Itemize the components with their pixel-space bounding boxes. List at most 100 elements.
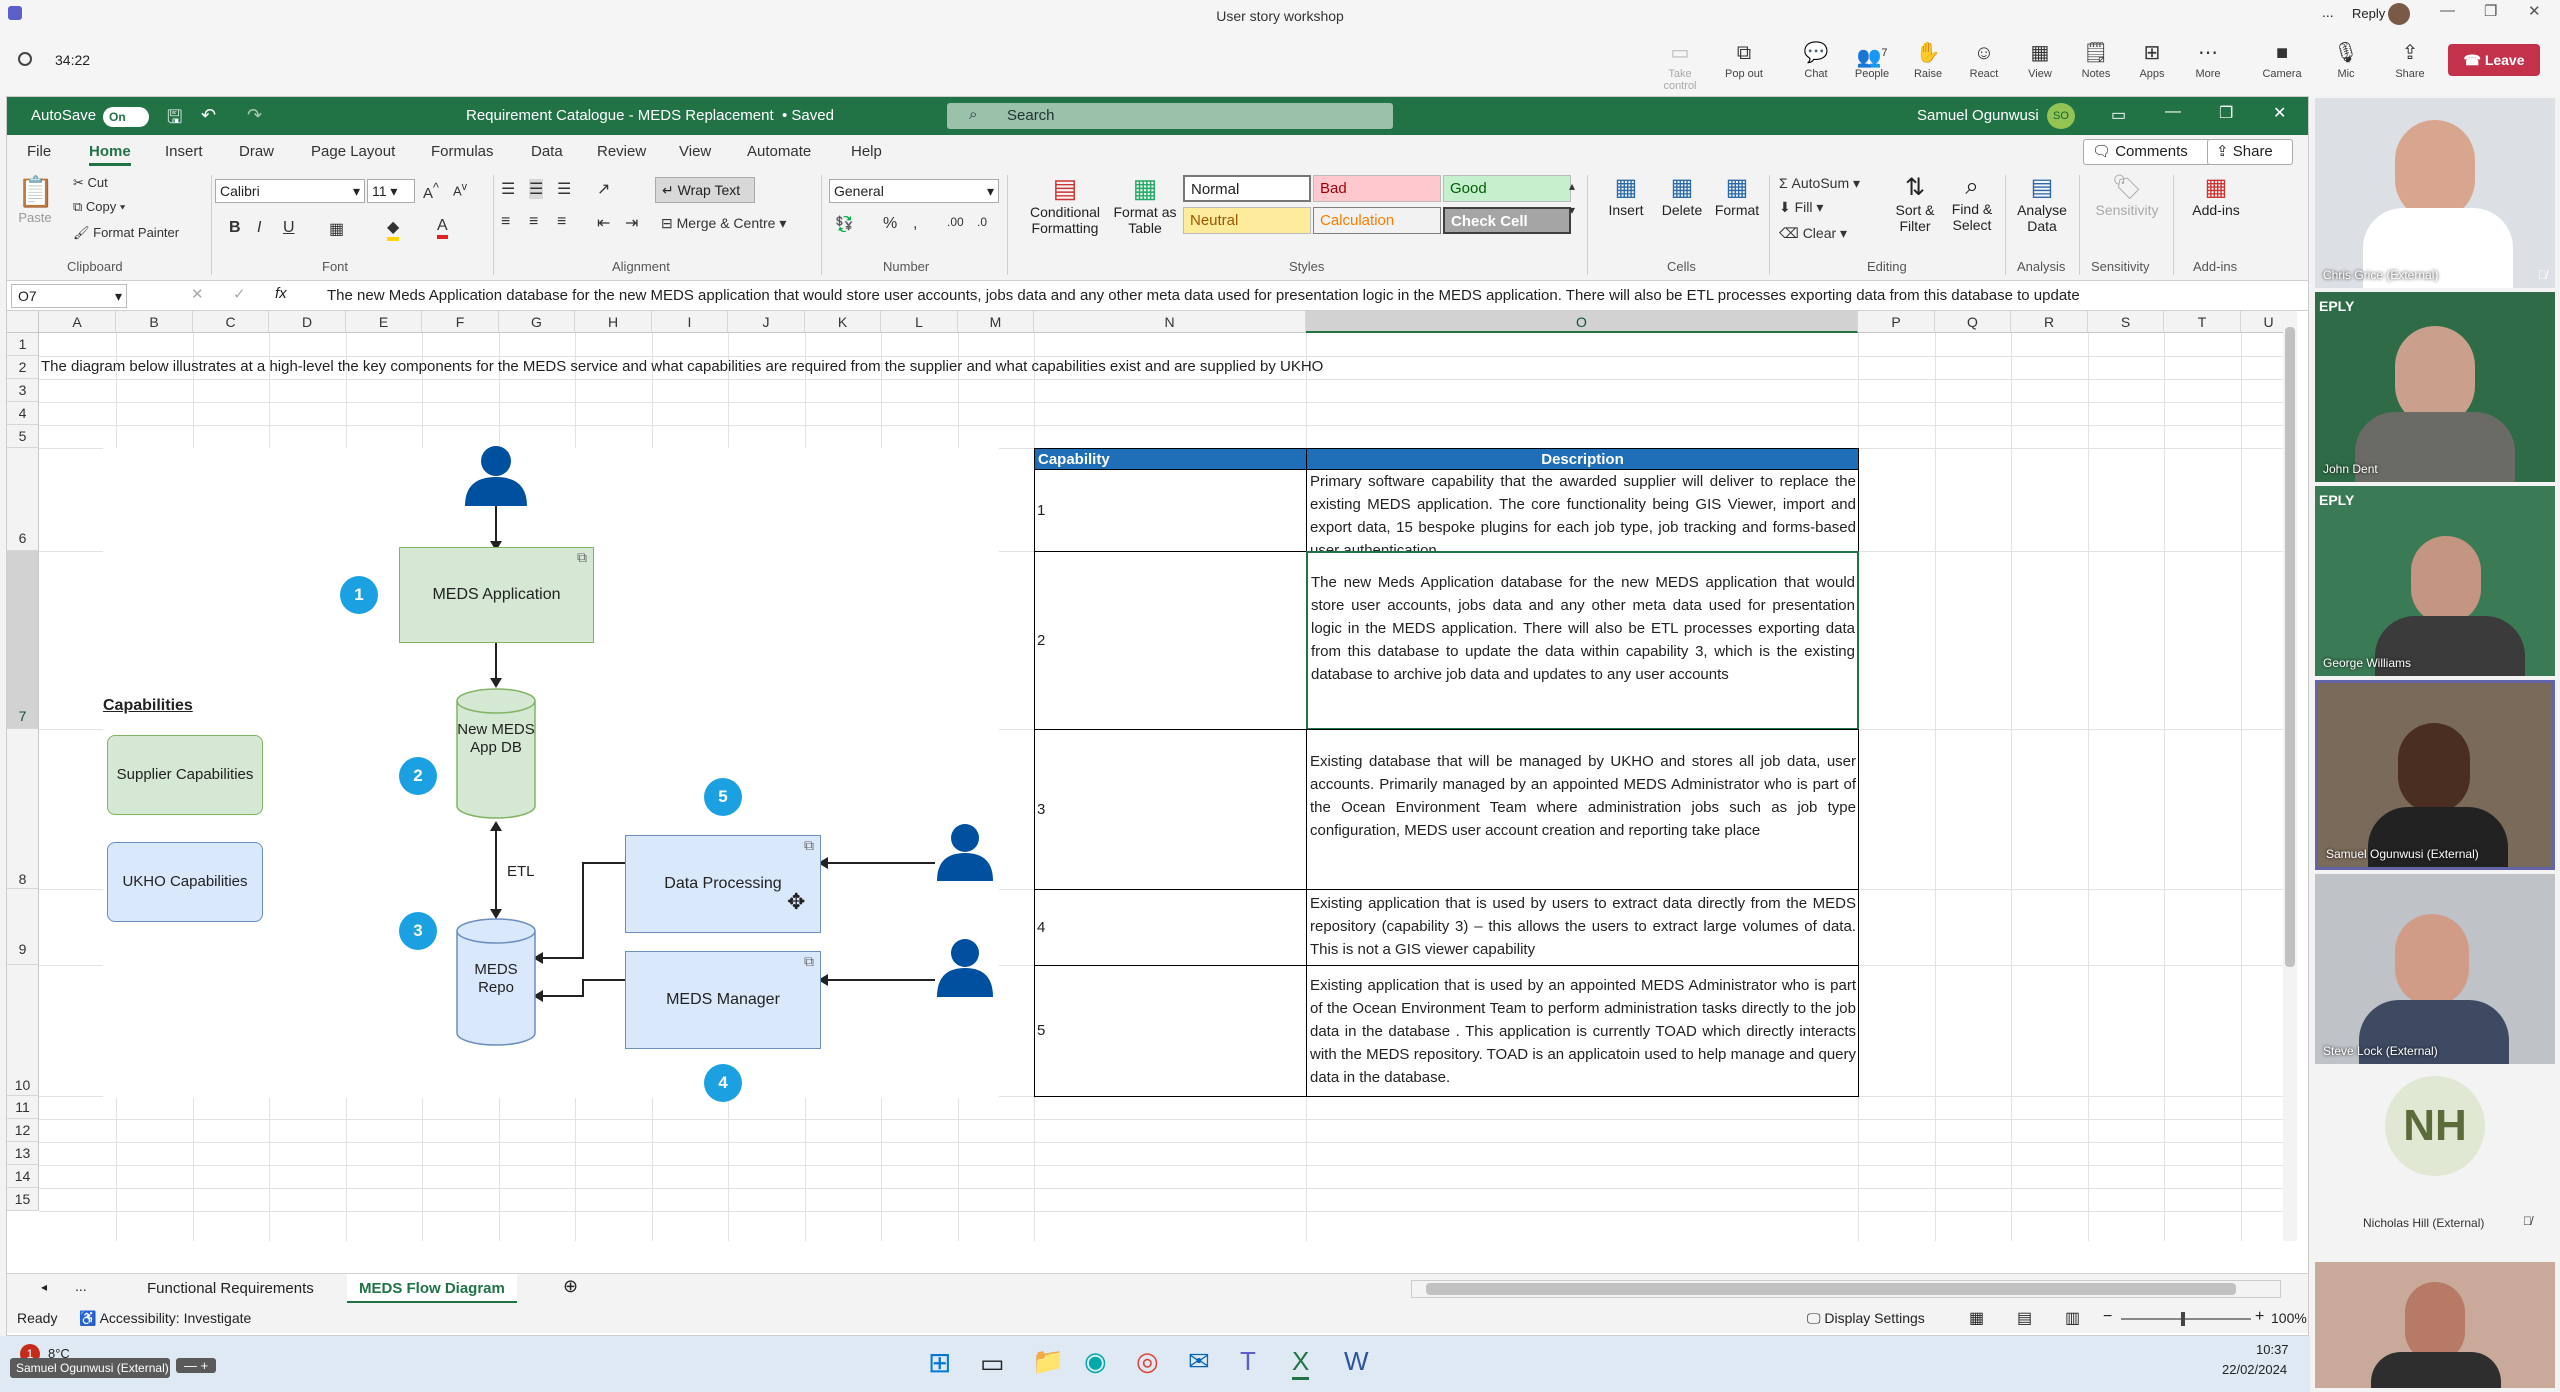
close-icon[interactable]: ✕ [2528, 2, 2541, 20]
format-as-table-button[interactable]: ▦ Format as Table [1107, 173, 1183, 257]
sensitivity-button[interactable]: 🏷 Sensitivity [2087, 173, 2167, 257]
reply-label[interactable]: Reply [2352, 6, 2385, 21]
column-header[interactable]: T [2164, 311, 2241, 333]
more-button[interactable]: ⋯ More [2180, 38, 2236, 80]
more-options-icon[interactable]: ... [2322, 4, 2334, 20]
zoom-slider-thumb[interactable] [2181, 1312, 2185, 1326]
sharing-indicator[interactable]: Samuel Ogunwusi (External) [10, 1358, 170, 1378]
chat-button[interactable]: 💬 Chat [1788, 38, 1844, 80]
tab-home[interactable]: Home [89, 143, 131, 166]
add-ins-button[interactable]: ▦ Add-ins [2185, 173, 2247, 257]
column-header[interactable]: Q [1935, 311, 2011, 333]
orientation-icon[interactable]: ↗ [597, 179, 610, 199]
saved-status[interactable]: • Saved [782, 107, 834, 124]
pop-out-button[interactable]: ⧉ Pop out [1716, 38, 1772, 80]
add-sheet-icon[interactable]: ⊕ [563, 1276, 578, 1297]
scrollbar-thumb[interactable] [2285, 327, 2295, 967]
tab-review[interactable]: Review [597, 143, 646, 160]
people-button[interactable]: 👥7 People [1844, 38, 1900, 80]
table-cell-capability[interactable]: 2 [1034, 551, 1307, 730]
data-processing-box[interactable]: Data Processing ⧉ [625, 835, 821, 933]
align-center-icon[interactable]: ≡ [529, 213, 538, 231]
redo-icon[interactable]: ↷ [247, 105, 262, 126]
tab-draw[interactable]: Draw [239, 143, 274, 160]
bold-button[interactable]: B [229, 219, 241, 237]
delete-cells-button[interactable]: ▦ Delete [1655, 173, 1709, 257]
table-cell-description[interactable]: Existing database that will be managed b… [1306, 729, 1859, 890]
column-header-selected[interactable]: O [1306, 311, 1858, 333]
table-cell-description[interactable]: Existing application that is used by use… [1306, 889, 1859, 966]
display-settings-button[interactable]: 🖵 Display Settings [1807, 1310, 1925, 1327]
tab-file[interactable]: File [27, 143, 51, 160]
meds-manager-box[interactable]: MEDS Manager ⧉ [625, 951, 821, 1049]
cut-button[interactable]: ✂ Cut [73, 175, 108, 191]
minimize-icon[interactable]: — [2440, 2, 2455, 19]
table-cell-capability[interactable]: 3 [1034, 729, 1307, 890]
style-calculation[interactable]: Calculation [1313, 207, 1441, 234]
table-cell-description[interactable]: Existing application that is used by an … [1306, 965, 1859, 1097]
font-color-icon[interactable]: A [437, 217, 448, 239]
restore-icon[interactable]: ❐ [2484, 2, 2497, 20]
align-middle-icon[interactable]: ☰ [529, 179, 544, 199]
scrollbar-thumb[interactable] [1426, 1283, 2236, 1295]
column-header[interactable]: N [1034, 311, 1306, 333]
find-select-button[interactable]: ⌕ Find & Select [1945, 173, 1999, 257]
zoom-out-icon[interactable]: − [2103, 1308, 2112, 1326]
row-header[interactable]: 14 [7, 1165, 39, 1188]
autosum-button[interactable]: Σ AutoSum ▾ [1779, 175, 1860, 192]
italic-button[interactable]: I [257, 219, 261, 237]
tab-insert[interactable]: Insert [165, 143, 203, 160]
insert-function-icon[interactable]: fx [275, 285, 287, 302]
table-cell-capability[interactable]: 1 [1034, 469, 1307, 552]
chrome-icon[interactable]: ◎ [1136, 1346, 1159, 1377]
wrap-text-button[interactable]: ↵ Wrap Text [655, 177, 755, 203]
format-painter-button[interactable]: 🖌 Format Painter [73, 225, 179, 241]
leave-button[interactable]: ☎ Leave [2448, 44, 2540, 76]
participant-tile[interactable]: NH Nicholas Hill (External) 🎙̸ [2315, 1068, 2555, 1258]
paste-button[interactable]: 📋 Paste [17, 175, 54, 255]
page-layout-view-icon[interactable]: ▤ [2017, 1308, 2032, 1328]
align-bottom-icon[interactable]: ☰ [557, 179, 571, 199]
styles-scroll-up-icon[interactable]: ▴ [1569, 179, 1575, 193]
raise-hand-button[interactable]: ✋ Raise [1900, 38, 1956, 80]
number-format-select[interactable]: General ▾ [829, 179, 999, 203]
clock-time[interactable]: 10:37 [2256, 1342, 2289, 1357]
underline-button[interactable]: U [283, 219, 295, 237]
react-button[interactable]: ☺ React [1956, 38, 2012, 80]
format-cells-button[interactable]: ▦ Format [1709, 173, 1765, 257]
outlook-icon[interactable]: ✉ [1188, 1346, 1210, 1377]
participant-tile[interactable]: EPLY George Williams [2315, 486, 2555, 676]
tab-automate[interactable]: Automate [747, 143, 811, 160]
save-icon[interactable]: 🖫 [167, 105, 182, 135]
align-left-icon[interactable]: ≡ [501, 213, 510, 231]
share-button[interactable]: ⇪ Share [2382, 38, 2438, 80]
percent-icon[interactable]: % [883, 215, 897, 233]
participant-tile[interactable]: Steve Lock (External) [2315, 874, 2555, 1064]
share-button[interactable]: ⇪ Share [2207, 139, 2293, 165]
more-sheets[interactable]: ... [75, 1278, 87, 1294]
zoom-level[interactable]: 100% [2271, 1310, 2307, 1326]
insert-cells-button[interactable]: ▦ Insert [1601, 173, 1651, 257]
tab-view[interactable]: View [679, 143, 711, 160]
avatar[interactable] [2388, 3, 2410, 25]
participant-tile[interactable] [2315, 1262, 2555, 1388]
take-control-button[interactable]: ▭ Take control [1652, 38, 1708, 92]
cancel-icon[interactable]: ✕ [191, 285, 204, 303]
participant-tile[interactable]: EPLY John Dent [2315, 292, 2555, 482]
styles-scroll-down-icon[interactable]: ▾ [1569, 203, 1575, 217]
comma-icon[interactable]: , [913, 215, 917, 233]
tab-data[interactable]: Data [531, 143, 563, 160]
align-right-icon[interactable]: ≡ [557, 213, 566, 231]
decrease-font-icon[interactable]: Av [453, 181, 467, 198]
tab-help[interactable]: Help [851, 143, 882, 160]
view-button[interactable]: ▦ View [2012, 38, 2068, 80]
borders-icon[interactable]: ▦ [329, 219, 344, 239]
tab-page-layout[interactable]: Page Layout [311, 143, 395, 160]
word-icon[interactable]: W [1344, 1346, 1369, 1377]
participant-tile-speaking[interactable]: Samuel Ogunwusi (External) [2315, 680, 2555, 870]
style-normal[interactable]: Normal [1183, 175, 1311, 202]
row-header[interactable]: 12 [7, 1119, 39, 1142]
accounting-icon[interactable]: 💱 [835, 215, 854, 233]
normal-view-icon[interactable]: ▦ [1969, 1308, 1984, 1328]
autosave-toggle[interactable]: On [103, 107, 149, 127]
